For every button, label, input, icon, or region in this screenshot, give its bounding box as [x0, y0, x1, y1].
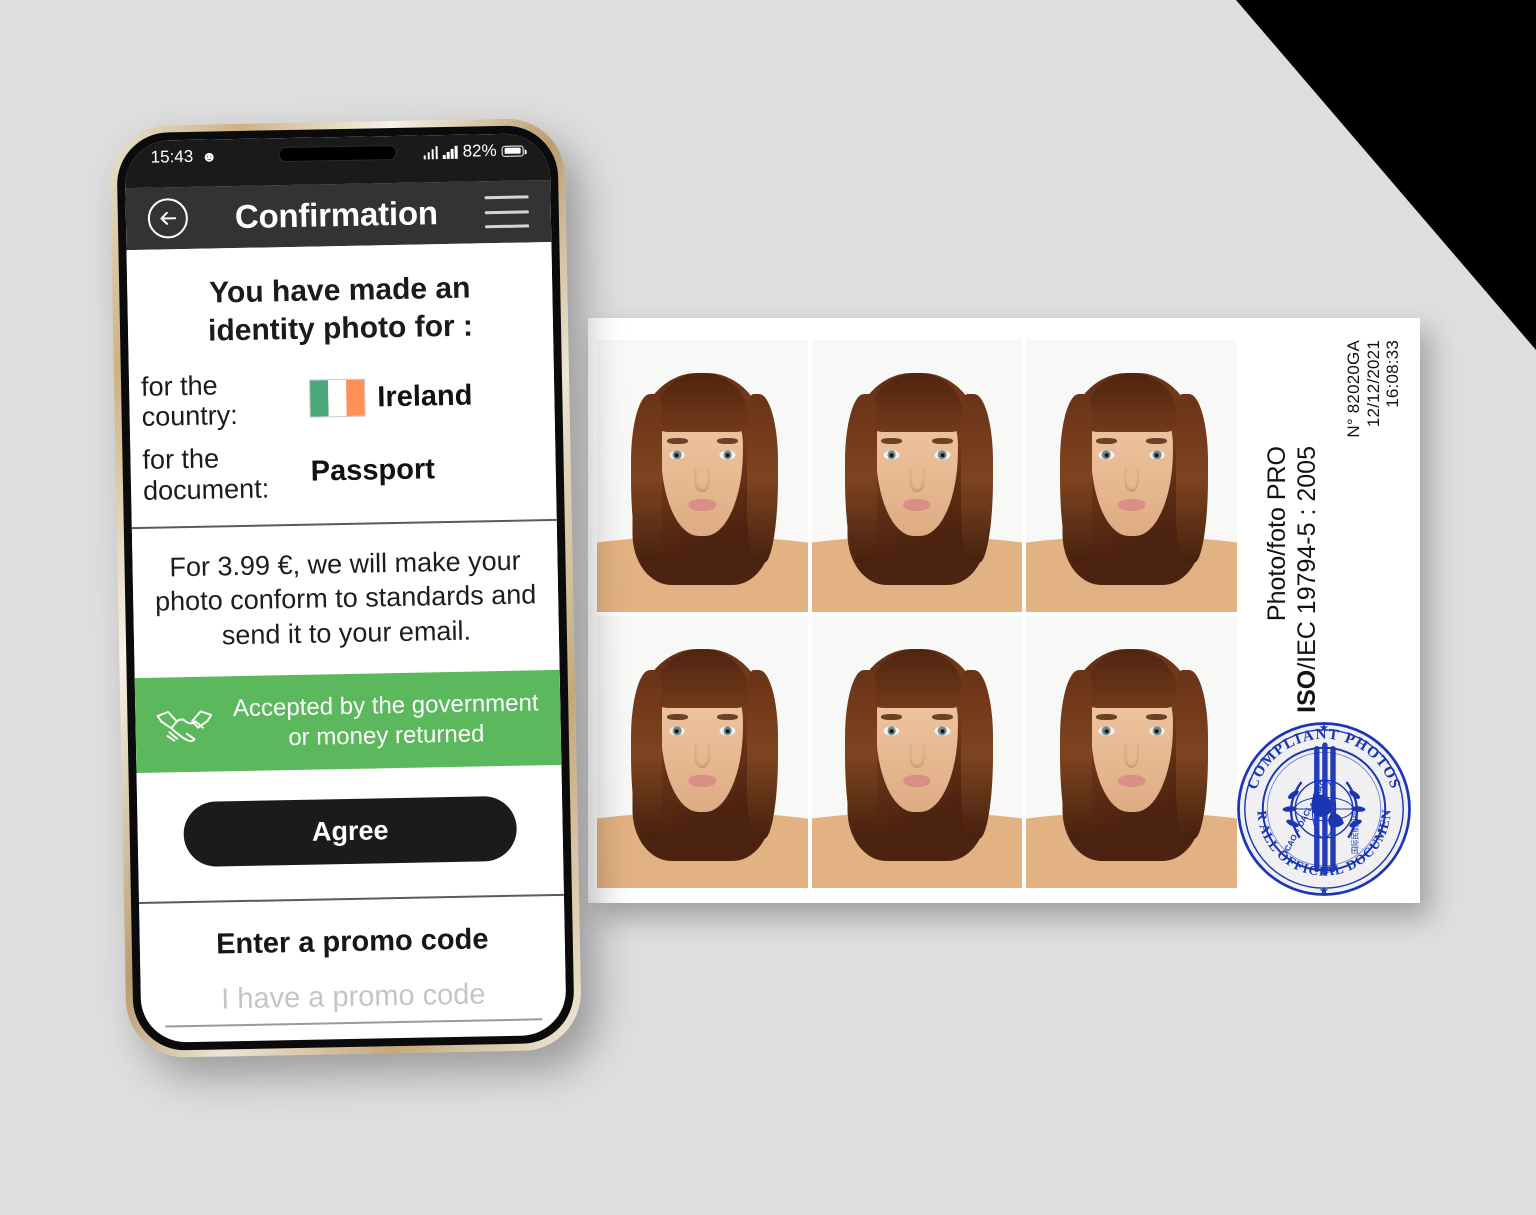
back-button[interactable] [147, 197, 189, 239]
svg-text:★: ★ [1319, 722, 1329, 735]
ireland-flag-icon [309, 378, 366, 419]
signal-bars-icon [443, 145, 458, 159]
guarantee-banner: Accepted by the government or money retu… [134, 670, 562, 773]
app-header: Confirmation [125, 179, 552, 251]
document-type: Passport [310, 453, 436, 489]
passport-photo [597, 616, 808, 888]
order-summary: for the country: Ireland for the documen… [129, 358, 557, 527]
snapchat-icon: ☻ [201, 147, 218, 166]
country-row: for the country: Ireland [129, 358, 555, 440]
price-description: For 3.99 €, we will make your photo conf… [154, 545, 537, 651]
seal-cjk-label: 国际民航组织 [1350, 811, 1359, 854]
passport-photo [1026, 340, 1237, 612]
sheet-iso-standard: ISO/IEC 19794-5 : 2005 [1293, 446, 1321, 713]
phone-bezel: 15:43 ☻ 82% Confirmation You have made a… [116, 124, 575, 1052]
signal-bars-icon [423, 145, 439, 159]
status-bar-left: 15:43 ☻ [151, 146, 218, 167]
passport-photo-sheet: N° 82020GA 12/12/2021 16:08:33 Photo/fot… [588, 318, 1420, 903]
sheet-serial-number: N° 82020GA [1344, 340, 1363, 438]
compliance-seal-icon: COMPLIANT PHOTOS FOR ALL OFFICIAL DOCUME… [1234, 719, 1411, 898]
passport-photo [811, 616, 1023, 888]
app-content: You have made an identity photo for : fo… [126, 241, 567, 1028]
handshake-icon [156, 709, 213, 742]
battery-icon [501, 145, 524, 157]
sheet-brand-label: Photo/foto PRO [1263, 446, 1291, 622]
iso-bold: ISO [1293, 669, 1321, 713]
passport-photo [811, 340, 1023, 612]
guarantee-text: Accepted by the government or money retu… [232, 689, 539, 751]
status-bar: 15:43 ☻ 82% [124, 133, 551, 189]
battery-percent-label: 82% [462, 141, 497, 161]
country-label: for the country: [140, 370, 239, 433]
document-value-group: Passport [310, 454, 435, 489]
hamburger-menu-icon[interactable] [484, 195, 530, 229]
country-name: Ireland [377, 379, 473, 414]
headline: You have made an identity photo for : [207, 271, 474, 348]
photo-grid [597, 340, 1237, 888]
svg-text:★: ★ [1319, 885, 1329, 898]
passport-photo [1026, 616, 1237, 888]
page-title: Confirmation [234, 194, 439, 236]
iso-rest: /IEC 19794-5 : 2005 [1293, 446, 1321, 670]
promo-code-section: Enter a promo code [139, 896, 566, 1028]
status-time: 15:43 [150, 146, 194, 167]
back-arrow-icon [160, 211, 177, 225]
country-value-group: Ireland [309, 377, 473, 419]
phone-screen: 15:43 ☻ 82% Confirmation You have made a… [124, 133, 567, 1043]
sheet-time: 16:08:33 [1383, 340, 1402, 408]
passport-photo [597, 340, 808, 612]
screenshot-canvas: N° 82020GA 12/12/2021 16:08:33 Photo/fot… [0, 0, 1536, 1215]
agree-button[interactable]: Agree [183, 795, 518, 867]
phone-notch-speaker [278, 144, 397, 163]
status-bar-right: 82% [423, 141, 524, 163]
promo-code-title: Enter a promo code [215, 923, 489, 961]
document-row: for the document: Passport [130, 431, 556, 513]
corner-accent-triangle [1236, 0, 1536, 350]
smartphone-mockup: 15:43 ☻ 82% Confirmation You have made a… [109, 117, 582, 1059]
photo-sheet-metadata: N° 82020GA 12/12/2021 16:08:33 Photo/fot… [1234, 318, 1420, 903]
sheet-date: 12/12/2021 [1364, 340, 1383, 428]
promo-code-input[interactable] [164, 973, 543, 1028]
agree-section: Agree [137, 765, 564, 902]
document-label: for the document: [142, 443, 270, 506]
